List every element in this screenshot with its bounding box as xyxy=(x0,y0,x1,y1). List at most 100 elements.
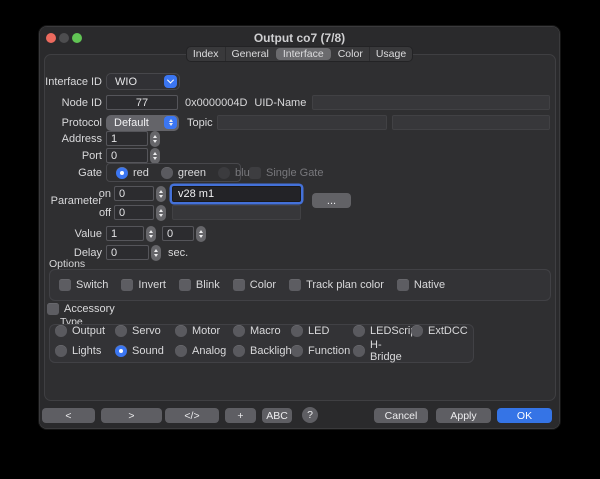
port-label: Port xyxy=(81,149,102,162)
titlebar[interactable]: Output co7 (7/8) xyxy=(39,26,560,45)
checkbox-icon xyxy=(59,279,71,291)
parameter-off-label: off xyxy=(98,206,111,219)
type-group: Output Servo Motor Macro LED LEDScript E… xyxy=(49,324,474,363)
type-radio-sound[interactable]: Sound xyxy=(115,339,175,363)
port-field[interactable]: 0 xyxy=(106,148,148,163)
type-radio-function[interactable]: Function xyxy=(291,339,353,363)
gate-label: Gate xyxy=(78,166,102,179)
type-radio-led[interactable]: LED xyxy=(291,324,353,337)
type-radio-macro[interactable]: Macro xyxy=(233,324,291,337)
gate-group: red green blue xyxy=(106,163,256,182)
type-radio-lights[interactable]: Lights xyxy=(55,339,115,363)
radio-icon xyxy=(291,324,303,337)
type-servo-label: Servo xyxy=(132,324,161,337)
help-button[interactable]: ? xyxy=(302,407,318,423)
radio-icon xyxy=(353,344,365,357)
checkbox-icon xyxy=(47,303,59,315)
stepper-down-icon xyxy=(199,234,203,238)
node-id-field[interactable]: 77 xyxy=(106,95,178,110)
type-radio-backlight[interactable]: Backlight xyxy=(233,339,295,363)
type-radio-output[interactable]: Output xyxy=(55,324,115,337)
type-radio-analog[interactable]: Analog xyxy=(175,339,233,363)
node-id-hex: 0x0000004D xyxy=(185,96,248,109)
add-button[interactable]: + xyxy=(225,408,256,423)
radio-icon xyxy=(115,324,127,337)
tab-usage[interactable]: Usage xyxy=(368,47,412,61)
chevron-down-icon xyxy=(164,75,177,88)
type-radio-servo[interactable]: Servo xyxy=(115,324,175,337)
tab-index[interactable]: Index xyxy=(187,47,225,61)
options-group: Switch Invert Blink Color Track plan col… xyxy=(49,269,551,301)
delay-label: Delay xyxy=(73,246,102,259)
native-label: Native xyxy=(413,279,446,291)
delay-stepper[interactable] xyxy=(151,244,161,261)
accessory-label: Accessory xyxy=(64,303,115,315)
parameter-off-stepper[interactable] xyxy=(156,204,166,221)
parameter-off-count-field[interactable]: 0 xyxy=(114,205,154,220)
native-checkbox[interactable]: Native xyxy=(396,279,446,291)
switch-checkbox[interactable]: Switch xyxy=(59,279,108,291)
value-stepper-2[interactable] xyxy=(196,225,206,242)
cancel-button[interactable]: Cancel xyxy=(374,408,428,423)
radio-icon xyxy=(175,344,187,357)
protocol-dropdown[interactable]: Default xyxy=(106,114,179,131)
stepper-up-icon xyxy=(149,229,153,233)
topic-field-1[interactable] xyxy=(216,115,387,130)
type-backlight-label: Backlight xyxy=(250,344,295,357)
interface-id-label: Interface ID xyxy=(45,75,102,88)
value-field-2[interactable]: 0 xyxy=(162,226,194,241)
type-output-label: Output xyxy=(72,324,106,337)
code-button[interactable]: </> xyxy=(165,408,219,423)
browse-button[interactable]: ... xyxy=(312,193,351,208)
tab-interface[interactable]: Interface xyxy=(275,48,331,60)
parameter-off-text-field[interactable] xyxy=(172,205,301,220)
invert-checkbox[interactable]: Invert xyxy=(121,279,166,291)
type-radio-ledscript[interactable]: LEDScript xyxy=(353,324,420,337)
delay-field[interactable]: 0 xyxy=(106,245,149,260)
radio-icon xyxy=(55,324,67,337)
window-title: Output co7 (7/8) xyxy=(253,31,346,45)
radio-selected-icon xyxy=(115,344,127,357)
parameter-on-text-field[interactable]: v28 m1 xyxy=(172,185,301,202)
output-dialog-window: Output co7 (7/8) Index General Interface… xyxy=(38,25,561,430)
tab-color[interactable]: Color xyxy=(332,47,369,61)
interface-id-dropdown[interactable]: WIO xyxy=(106,73,180,90)
value-stepper-1[interactable] xyxy=(146,225,156,242)
address-field[interactable]: 1 xyxy=(106,131,148,146)
type-radio-hbridge[interactable]: H-Bridge xyxy=(353,339,411,363)
stepper-down-icon xyxy=(154,253,158,257)
parameter-on-count-field[interactable]: 0 xyxy=(114,186,154,201)
next-button[interactable]: > xyxy=(101,408,162,423)
value-field-1[interactable]: 1 xyxy=(106,226,144,241)
node-id-label: Node ID xyxy=(61,96,102,109)
apply-button[interactable]: Apply xyxy=(436,408,491,423)
gate-radio-green[interactable]: green xyxy=(160,166,206,179)
ok-button[interactable]: OK xyxy=(497,408,552,423)
abc-button[interactable]: ABC xyxy=(262,408,292,423)
topic-field-2[interactable] xyxy=(391,115,550,130)
type-radio-motor[interactable]: Motor xyxy=(175,324,233,337)
stepper-down-icon xyxy=(159,213,163,217)
accessory-checkbox[interactable]: Accessory xyxy=(47,303,115,315)
prev-button[interactable]: < xyxy=(42,408,95,423)
color-checkbox[interactable]: Color xyxy=(232,279,276,291)
interface-id-value: WIO xyxy=(115,75,137,88)
type-analog-label: Analog xyxy=(192,344,227,357)
stepper-up-icon xyxy=(153,151,157,155)
uid-name-field[interactable] xyxy=(312,95,550,110)
updown-chevrons-icon xyxy=(164,116,177,129)
gate-radio-red[interactable]: red xyxy=(116,166,149,179)
tab-general[interactable]: General xyxy=(224,47,275,61)
address-stepper[interactable] xyxy=(150,130,160,147)
port-stepper[interactable] xyxy=(150,147,160,164)
stepper-up-icon xyxy=(153,134,157,138)
type-lights-label: Lights xyxy=(72,344,102,357)
type-sound-label: Sound xyxy=(132,344,164,357)
blink-checkbox[interactable]: Blink xyxy=(178,279,220,291)
type-radio-extdcc[interactable]: ExtDCC xyxy=(411,324,473,337)
blink-label: Blink xyxy=(195,279,220,291)
track-plan-color-checkbox[interactable]: Track plan color xyxy=(289,279,384,291)
radio-disabled-icon xyxy=(218,166,231,179)
parameter-on-stepper[interactable] xyxy=(156,185,166,202)
topic-label: Topic xyxy=(187,116,213,129)
